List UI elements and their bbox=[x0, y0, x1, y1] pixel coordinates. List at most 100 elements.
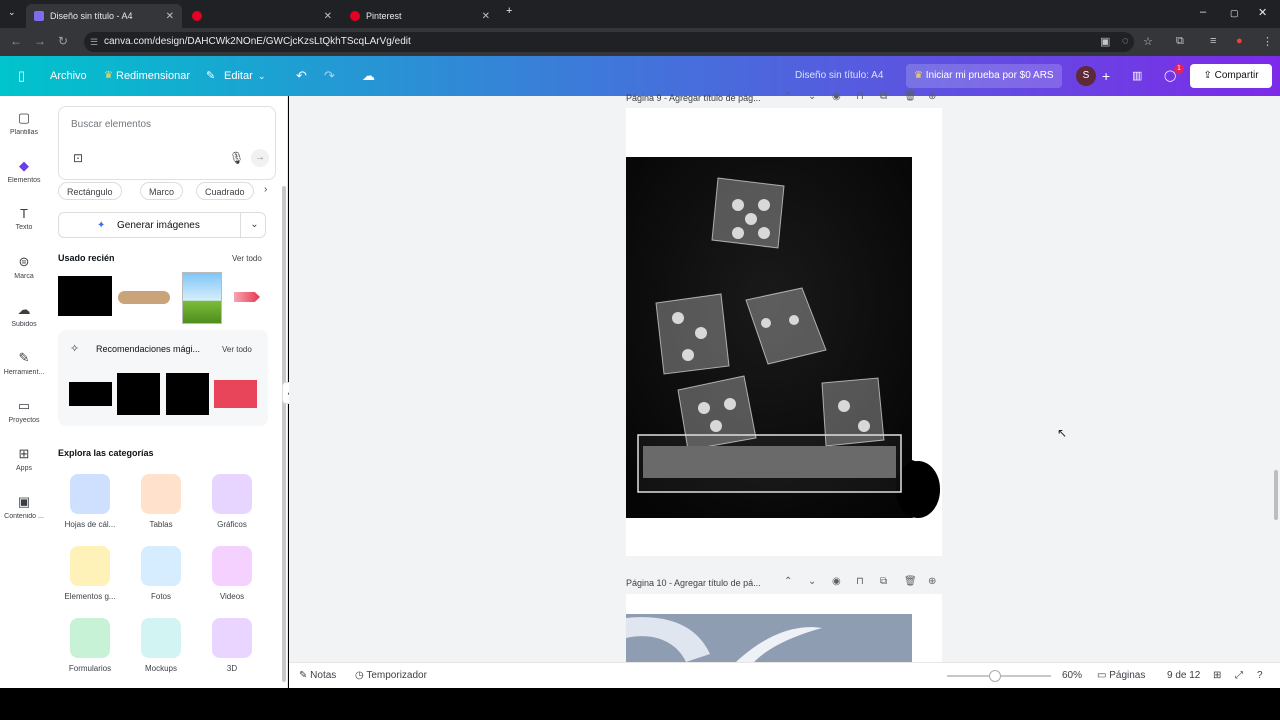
maximize-icon[interactable]: ▢ bbox=[1230, 8, 1239, 19]
new-tab-button[interactable]: + bbox=[506, 5, 512, 17]
chip-marco[interactable]: Marco bbox=[140, 182, 184, 200]
add-page-icon[interactable]: ⊕ bbox=[928, 576, 936, 587]
chevron-up-icon[interactable]: ⌃ bbox=[784, 576, 792, 587]
duplicate-icon[interactable]: ⧉ bbox=[880, 576, 887, 587]
chevron-down-icon[interactable]: ⌄ bbox=[258, 56, 266, 96]
chip-cuadrado[interactable]: Cuadrado bbox=[196, 182, 254, 200]
chevron-right-icon[interactable]: › bbox=[264, 184, 267, 195]
minimize-icon[interactable]: – bbox=[1200, 6, 1206, 18]
lock-icon[interactable]: ⊓ bbox=[856, 576, 864, 587]
chevron-down-icon[interactable]: ⌄ bbox=[808, 91, 816, 102]
close-icon[interactable]: ✕ bbox=[166, 11, 174, 22]
chip-rectangulo[interactable]: Rectángulo bbox=[58, 182, 122, 200]
rail-item-6[interactable]: ▭ Proyectos bbox=[0, 398, 48, 424]
recent-arrow-shape[interactable] bbox=[234, 292, 260, 302]
rail-item-3[interactable]: ⊜ Marca bbox=[0, 254, 48, 280]
page-9-header[interactable]: Página 9 - Agregar título de pág... bbox=[626, 93, 761, 103]
rail-item-1[interactable]: ◆ Elementos bbox=[0, 158, 48, 184]
archivo-menu[interactable]: Archivo bbox=[50, 56, 87, 96]
tab-search-icon[interactable]: ⌄ bbox=[8, 7, 16, 18]
site-info-icon[interactable]: ☰ bbox=[90, 32, 98, 52]
splash-artwork[interactable] bbox=[626, 594, 942, 662]
chevron-down-icon[interactable]: ⌄ bbox=[808, 576, 816, 587]
recent-landscape-image[interactable] bbox=[182, 272, 222, 324]
editar-button[interactable]: Editar bbox=[224, 56, 253, 96]
url-field[interactable]: ☰ canva.com/design/DAHCWk2NOnE/GWCjcKzsL… bbox=[84, 32, 1134, 52]
redimensionar-button[interactable]: Redimensionar bbox=[116, 56, 190, 96]
forward-icon[interactable]: → bbox=[34, 34, 46, 48]
recent-pill-shape[interactable] bbox=[118, 291, 170, 304]
redo-icon[interactable]: ↷ bbox=[324, 56, 335, 96]
rail-item-2[interactable]: T Texto bbox=[0, 206, 48, 231]
close-icon[interactable]: ✕ bbox=[482, 11, 490, 22]
document-title[interactable]: Diseño sin título: A4 bbox=[795, 56, 883, 96]
category-item[interactable]: Hojas de cál... bbox=[60, 474, 120, 529]
chevron-down-icon[interactable]: ⌄ bbox=[240, 212, 268, 238]
page-9-canvas[interactable] bbox=[626, 108, 942, 556]
tab-pinterest-1[interactable]: ✕ bbox=[184, 4, 340, 28]
chevron-up-icon[interactable]: ⌃ bbox=[784, 91, 792, 102]
start-trial-button[interactable]: ♛ Iniciar mi prueba por $0 ARS bbox=[906, 64, 1062, 88]
eye-icon[interactable]: ◉ bbox=[832, 91, 841, 102]
undo-icon[interactable]: ↶ bbox=[296, 56, 307, 96]
add-page-icon[interactable]: ⊕ bbox=[928, 91, 936, 102]
trash-icon[interactable]: 🗑 bbox=[904, 91, 917, 102]
panel-scrollbar[interactable] bbox=[282, 186, 286, 682]
cloud-save-icon[interactable]: ☁ bbox=[362, 56, 375, 96]
rail-item-8[interactable]: ▣ Contenido ... bbox=[0, 494, 48, 520]
workspace-scrollbar[interactable] bbox=[1274, 470, 1278, 520]
rail-item-7[interactable]: ⊞ Apps bbox=[0, 446, 48, 472]
category-item[interactable]: Mockups bbox=[131, 618, 191, 673]
category-item[interactable]: 3D bbox=[202, 618, 262, 673]
category-item[interactable]: Gráficos bbox=[202, 474, 262, 529]
zoom-slider-thumb[interactable] bbox=[989, 670, 1001, 682]
lock-icon[interactable]: ⊓ bbox=[856, 91, 864, 102]
dice-artwork[interactable] bbox=[626, 108, 942, 556]
category-item[interactable]: Formularios bbox=[60, 618, 120, 673]
generate-images-button[interactable]: ✦ Generar imágenes bbox=[58, 212, 266, 238]
trash-icon[interactable]: 🗑 bbox=[904, 576, 917, 587]
tab-pinterest-2[interactable]: Pinterest ✕ bbox=[342, 4, 498, 28]
duplicate-icon[interactable]: ⧉ bbox=[880, 91, 887, 102]
category-item[interactable]: Videos bbox=[202, 546, 262, 601]
rail-item-5[interactable]: ✎ Herramient... bbox=[0, 350, 48, 376]
add-collaborator-icon[interactable]: + bbox=[1102, 56, 1110, 96]
reload-icon[interactable]: ↻ bbox=[58, 34, 68, 48]
microphone-icon[interactable]: 🎙 bbox=[229, 151, 244, 165]
category-item[interactable]: Tablas bbox=[131, 474, 191, 529]
category-item[interactable]: Elementos g... bbox=[60, 546, 120, 601]
magic-black-rect-3[interactable] bbox=[166, 373, 209, 415]
share-button[interactable]: ⇪ Compartir bbox=[1190, 64, 1272, 88]
eye-off-icon[interactable]: ◌ bbox=[1122, 35, 1129, 47]
insights-icon[interactable]: ▥ bbox=[1132, 56, 1142, 96]
notes-button[interactable]: ✎ Notas bbox=[299, 663, 336, 689]
back-icon[interactable]: ← bbox=[10, 34, 22, 48]
tab-canva[interactable]: Diseño sin título - A4 ✕ bbox=[26, 4, 182, 28]
comments-icon[interactable]: ◯ bbox=[1164, 56, 1176, 96]
page-10-header[interactable]: Página 10 - Agregar título de pá... bbox=[626, 578, 761, 588]
menu-icon[interactable]: ⋮ bbox=[1262, 35, 1273, 48]
sidebar-toggle-icon[interactable]: ▯ bbox=[18, 56, 25, 96]
extensions-icon[interactable]: ⧉ bbox=[1176, 35, 1184, 48]
search-submit-icon[interactable]: → bbox=[251, 149, 269, 167]
rail-item-4[interactable]: ☁ Subidos bbox=[0, 302, 48, 328]
pages-button[interactable]: ▭ Páginas bbox=[1097, 663, 1145, 689]
magic-black-rect-2[interactable] bbox=[117, 373, 160, 415]
recent-black-rectangle[interactable] bbox=[58, 276, 112, 316]
fullscreen-icon[interactable]: ⤢ bbox=[1235, 663, 1243, 689]
profile-icon[interactable]: ● bbox=[1236, 35, 1243, 47]
magic-black-rect-1[interactable] bbox=[69, 382, 112, 406]
magic-red-rect[interactable] bbox=[214, 380, 257, 408]
zoom-level[interactable]: 60% bbox=[1062, 663, 1082, 689]
rail-item-0[interactable]: ▢ Plantillas bbox=[0, 110, 48, 136]
category-item[interactable]: Fotos bbox=[131, 546, 191, 601]
avatar[interactable]: S bbox=[1076, 66, 1096, 86]
close-icon[interactable]: ✕ bbox=[324, 11, 332, 22]
help-icon[interactable]: ? bbox=[1257, 663, 1263, 689]
page-10-canvas[interactable] bbox=[626, 594, 942, 662]
image-search-icon[interactable]: ⊡ bbox=[73, 151, 83, 165]
magic-see-all-link[interactable]: Ver todo bbox=[222, 345, 252, 354]
screenshot-icon[interactable]: ▣ bbox=[1100, 35, 1110, 48]
timer-button[interactable]: ◷ Temporizador bbox=[355, 663, 427, 689]
recent-see-all-link[interactable]: Ver todo bbox=[232, 254, 262, 263]
